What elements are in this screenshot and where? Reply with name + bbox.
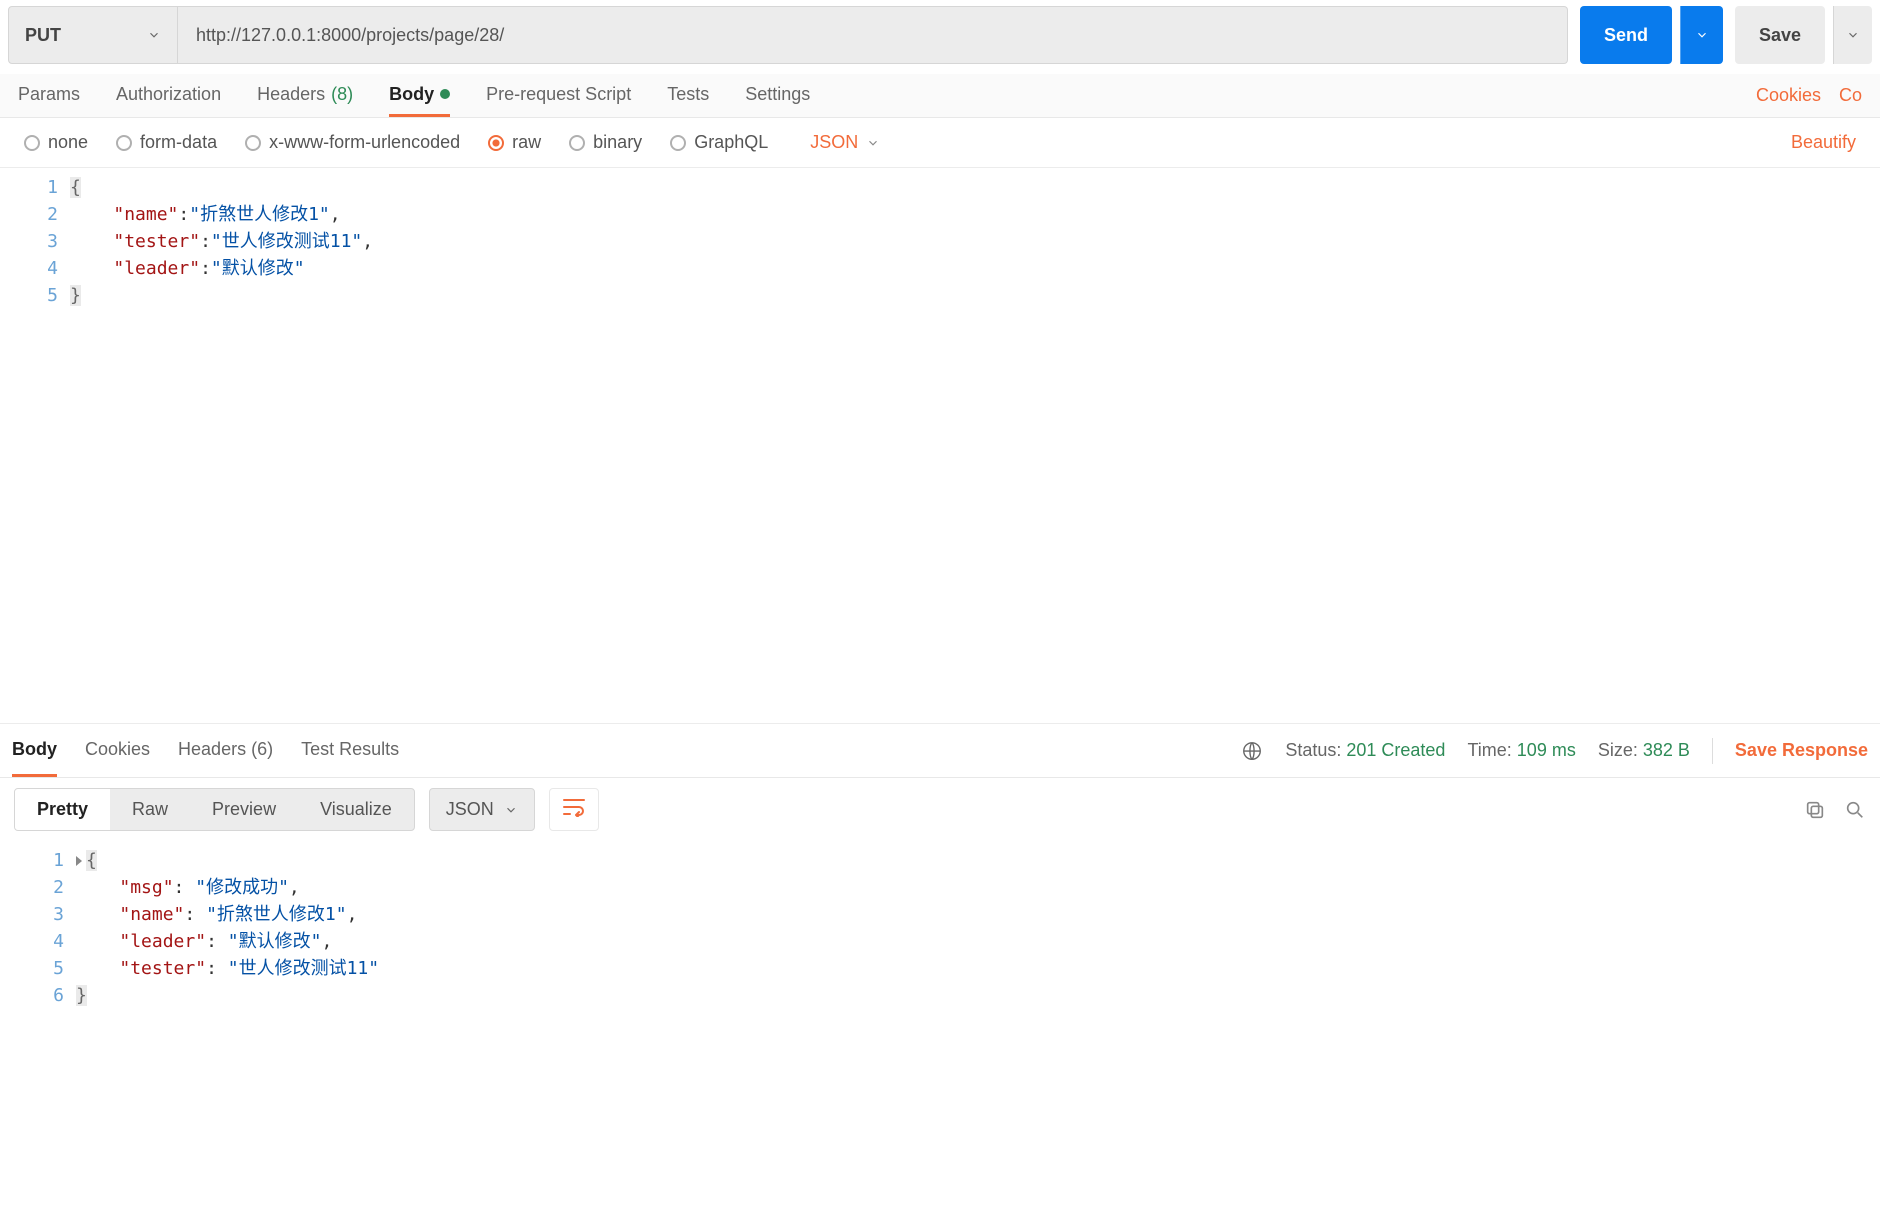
response-meta: Status: 201 Created Time: 109 ms Size: 3… <box>1241 738 1868 764</box>
method-value: PUT <box>25 25 61 46</box>
chevron-down-icon <box>1846 28 1860 42</box>
meta-divider <box>1712 738 1713 764</box>
view-mode-segment: Pretty Raw Preview Visualize <box>14 788 415 831</box>
url-input[interactable]: http://127.0.0.1:8000/projects/page/28/ <box>178 6 1568 64</box>
response-format-select[interactable]: JSON <box>429 788 535 831</box>
url-value: http://127.0.0.1:8000/projects/page/28/ <box>196 25 504 46</box>
beautify-button[interactable]: Beautify <box>1791 132 1856 153</box>
headers-count: (8) <box>331 84 353 105</box>
view-mode-visualize[interactable]: Visualize <box>298 789 414 830</box>
response-tab-body[interactable]: Body <box>12 724 57 777</box>
body-type-row: none form-data x-www-form-urlencoded raw… <box>0 118 1880 168</box>
response-tab-test-results[interactable]: Test Results <box>301 724 399 777</box>
body-type-raw[interactable]: raw <box>488 132 541 153</box>
request-gutter: 12345 <box>0 168 70 723</box>
tab-settings[interactable]: Settings <box>745 74 810 117</box>
body-type-x-www-form-urlencoded[interactable]: x-www-form-urlencoded <box>245 132 460 153</box>
copy-icon[interactable] <box>1804 799 1826 821</box>
status-block: Status: 201 Created <box>1285 740 1445 761</box>
time-value: 109 ms <box>1517 740 1576 760</box>
response-code[interactable]: { "msg": "修改成功", "name": "折煞世人修改1", "lea… <box>76 841 1880 1041</box>
request-tabs: Params Authorization Headers (8) Body Pr… <box>0 74 1880 118</box>
search-icon[interactable] <box>1844 799 1866 821</box>
view-mode-preview[interactable]: Preview <box>190 789 298 830</box>
radio-icon <box>670 135 686 151</box>
send-dropdown-button[interactable] <box>1680 6 1723 64</box>
chevron-down-icon <box>1695 28 1709 42</box>
tab-tests[interactable]: Tests <box>667 74 709 117</box>
globe-icon[interactable] <box>1241 740 1263 762</box>
request-body-editor[interactable]: 12345 { "name":"折煞世人修改1", "tester":"世人修改… <box>0 168 1880 724</box>
response-toolbar: Pretty Raw Preview Visualize JSON <box>0 778 1880 841</box>
size-value: 382 B <box>1643 740 1690 760</box>
chevron-down-icon <box>866 136 880 150</box>
time-block: Time: 109 ms <box>1467 740 1575 761</box>
response-headers-count: (6) <box>251 739 273 760</box>
code-link[interactable]: Co <box>1839 85 1862 106</box>
response-body-editor[interactable]: 123456 { "msg": "修改成功", "name": "折煞世人修改1… <box>0 841 1880 1041</box>
response-tabs: Body Cookies Headers (6) Test Results St… <box>0 724 1880 778</box>
chevron-down-icon <box>147 28 161 42</box>
tab-body[interactable]: Body <box>389 74 450 117</box>
view-mode-raw[interactable]: Raw <box>110 789 190 830</box>
response-gutter: 123456 <box>0 841 76 1041</box>
chevron-down-icon <box>504 803 518 817</box>
tab-headers[interactable]: Headers (8) <box>257 74 353 117</box>
radio-icon <box>245 135 261 151</box>
wrap-lines-button[interactable] <box>549 788 599 831</box>
request-urlbar: PUT http://127.0.0.1:8000/projects/page/… <box>0 0 1880 74</box>
send-button[interactable]: Send <box>1580 6 1672 64</box>
response-tab-cookies[interactable]: Cookies <box>85 724 150 777</box>
body-type-binary[interactable]: binary <box>569 132 642 153</box>
body-modified-dot-icon <box>440 89 450 99</box>
body-type-none[interactable]: none <box>24 132 88 153</box>
save-button[interactable]: Save <box>1735 6 1825 64</box>
status-value: 201 Created <box>1346 740 1445 760</box>
body-format-select[interactable]: JSON <box>810 132 880 153</box>
radio-icon <box>24 135 40 151</box>
wrap-lines-icon <box>562 797 586 817</box>
method-select[interactable]: PUT <box>8 6 178 64</box>
cookies-link[interactable]: Cookies <box>1756 85 1821 106</box>
tab-authorization[interactable]: Authorization <box>116 74 221 117</box>
radio-icon <box>116 135 132 151</box>
response-tab-headers[interactable]: Headers (6) <box>178 724 273 777</box>
body-type-form-data[interactable]: form-data <box>116 132 217 153</box>
radio-icon <box>488 135 504 151</box>
tab-params[interactable]: Params <box>18 74 80 117</box>
request-code[interactable]: { "name":"折煞世人修改1", "tester":"世人修改测试11",… <box>70 168 1880 723</box>
radio-icon <box>569 135 585 151</box>
save-dropdown-button[interactable] <box>1833 6 1872 64</box>
save-response-button[interactable]: Save Response <box>1735 740 1868 761</box>
body-type-graphql[interactable]: GraphQL <box>670 132 768 153</box>
view-mode-pretty[interactable]: Pretty <box>15 789 110 830</box>
size-block: Size: 382 B <box>1598 740 1690 761</box>
tab-pre-request-script[interactable]: Pre-request Script <box>486 74 631 117</box>
